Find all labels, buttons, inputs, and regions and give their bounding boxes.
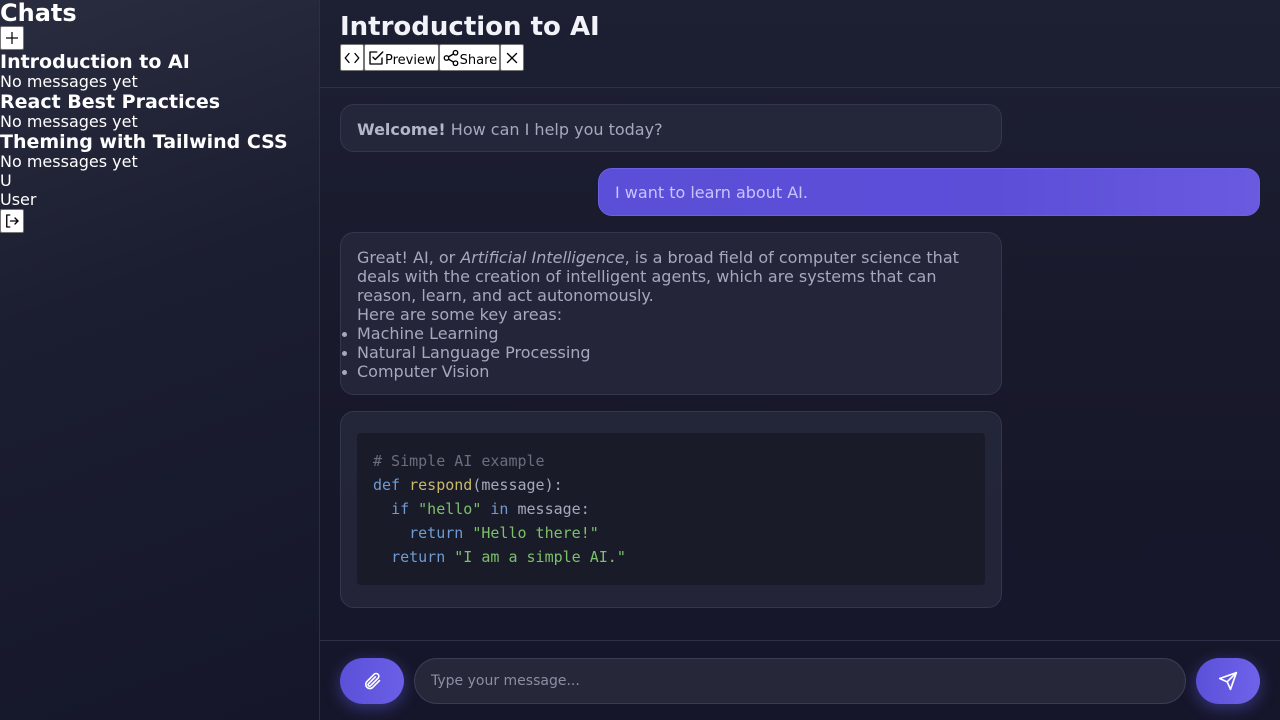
checkbox-pen-icon xyxy=(369,50,384,65)
new-chat-button[interactable] xyxy=(0,26,24,50)
code-button[interactable] xyxy=(340,44,364,71)
message-bold: Welcome! xyxy=(357,120,446,139)
plus-icon xyxy=(6,32,18,44)
chat-list: Introduction to AI No messages yet React… xyxy=(0,51,319,171)
areas-list: Machine Learning Natural Language Proces… xyxy=(341,324,985,381)
page-title: Introduction to AI xyxy=(340,12,600,42)
assistant-message: # Simple AI example def respond(message)… xyxy=(340,411,1002,608)
message-emphasis: Artificial Intelligence xyxy=(460,248,625,267)
sidebar-title: Chats xyxy=(0,0,77,27)
paperclip-icon xyxy=(364,672,381,690)
attach-button[interactable] xyxy=(340,658,404,704)
chat-item-preview: No messages yet xyxy=(0,112,138,131)
close-button[interactable] xyxy=(500,44,525,71)
sidebar: Chats Introduction to AI No messages yet… xyxy=(0,0,320,720)
share-icon xyxy=(443,49,459,66)
chat-item-title: React Best Practices xyxy=(0,91,221,113)
preview-button[interactable]: Preview xyxy=(364,44,439,71)
code-string: "hello" xyxy=(418,500,482,518)
list-item: Computer Vision xyxy=(341,362,985,381)
assistant-message: Welcome! How can I help you today? xyxy=(340,104,1002,152)
code-keyword: return xyxy=(409,524,464,542)
chat-header: Introduction to AI Preview Share xyxy=(320,0,1280,88)
user-name: User xyxy=(0,190,37,209)
code-block: # Simple AI example def respond(message)… xyxy=(357,433,985,585)
message-text: Great! AI, or xyxy=(357,248,461,267)
avatar: U xyxy=(0,171,12,190)
code-comment: # Simple AI example xyxy=(373,452,545,470)
message-paragraph: Great! AI, or Artificial Intelligence, i… xyxy=(357,248,985,305)
header-toolbar: Preview Share xyxy=(340,44,525,71)
send-icon xyxy=(1218,671,1238,691)
assistant-message: Great! AI, or Artificial Intelligence, i… xyxy=(340,232,1002,395)
chat-item[interactable]: React Best Practices No messages yet xyxy=(0,91,319,131)
chat-item-preview: No messages yet xyxy=(0,72,138,91)
code-string: "Hello there!" xyxy=(472,524,599,542)
composer xyxy=(320,640,1280,720)
list-item: Natural Language Processing xyxy=(341,343,985,362)
preview-label: Preview xyxy=(385,53,436,68)
code-icon xyxy=(344,52,360,63)
code-keyword: if xyxy=(391,500,410,518)
code-keyword: return xyxy=(391,548,446,566)
logout-button[interactable] xyxy=(0,209,24,233)
share-button[interactable]: Share xyxy=(438,44,501,71)
message-text: I want to learn about AI. xyxy=(615,183,808,202)
user-message: I want to learn about AI. xyxy=(598,168,1260,216)
message-input[interactable] xyxy=(414,658,1186,704)
chat-item-title: Theming with Tailwind CSS xyxy=(0,131,288,153)
send-button[interactable] xyxy=(1196,658,1260,704)
message-text: How can I help you today? xyxy=(445,120,663,139)
chat-item[interactable]: Introduction to AI No messages yet xyxy=(0,51,319,91)
user-section: U User xyxy=(0,171,319,234)
chat-item[interactable]: Theming with Tailwind CSS No messages ye… xyxy=(0,131,319,171)
list-item: Machine Learning xyxy=(341,324,985,343)
close-icon xyxy=(506,52,518,63)
code-plain: (message): xyxy=(472,476,563,494)
logout-icon xyxy=(6,214,19,228)
chat-item-title: Introduction to AI xyxy=(0,51,190,73)
code-keyword: def xyxy=(373,476,401,494)
areas-label: Here are some key areas: xyxy=(357,305,563,324)
code-plain: message: xyxy=(517,500,590,518)
chat-item-preview: No messages yet xyxy=(0,152,138,171)
code-string: "I am a simple AI." xyxy=(454,548,626,566)
chat-main: Introduction to AI Preview Share Welcome… xyxy=(320,0,1280,720)
share-label: Share xyxy=(459,53,498,68)
code-keyword: in xyxy=(490,500,509,518)
code-function: respond xyxy=(409,476,473,494)
